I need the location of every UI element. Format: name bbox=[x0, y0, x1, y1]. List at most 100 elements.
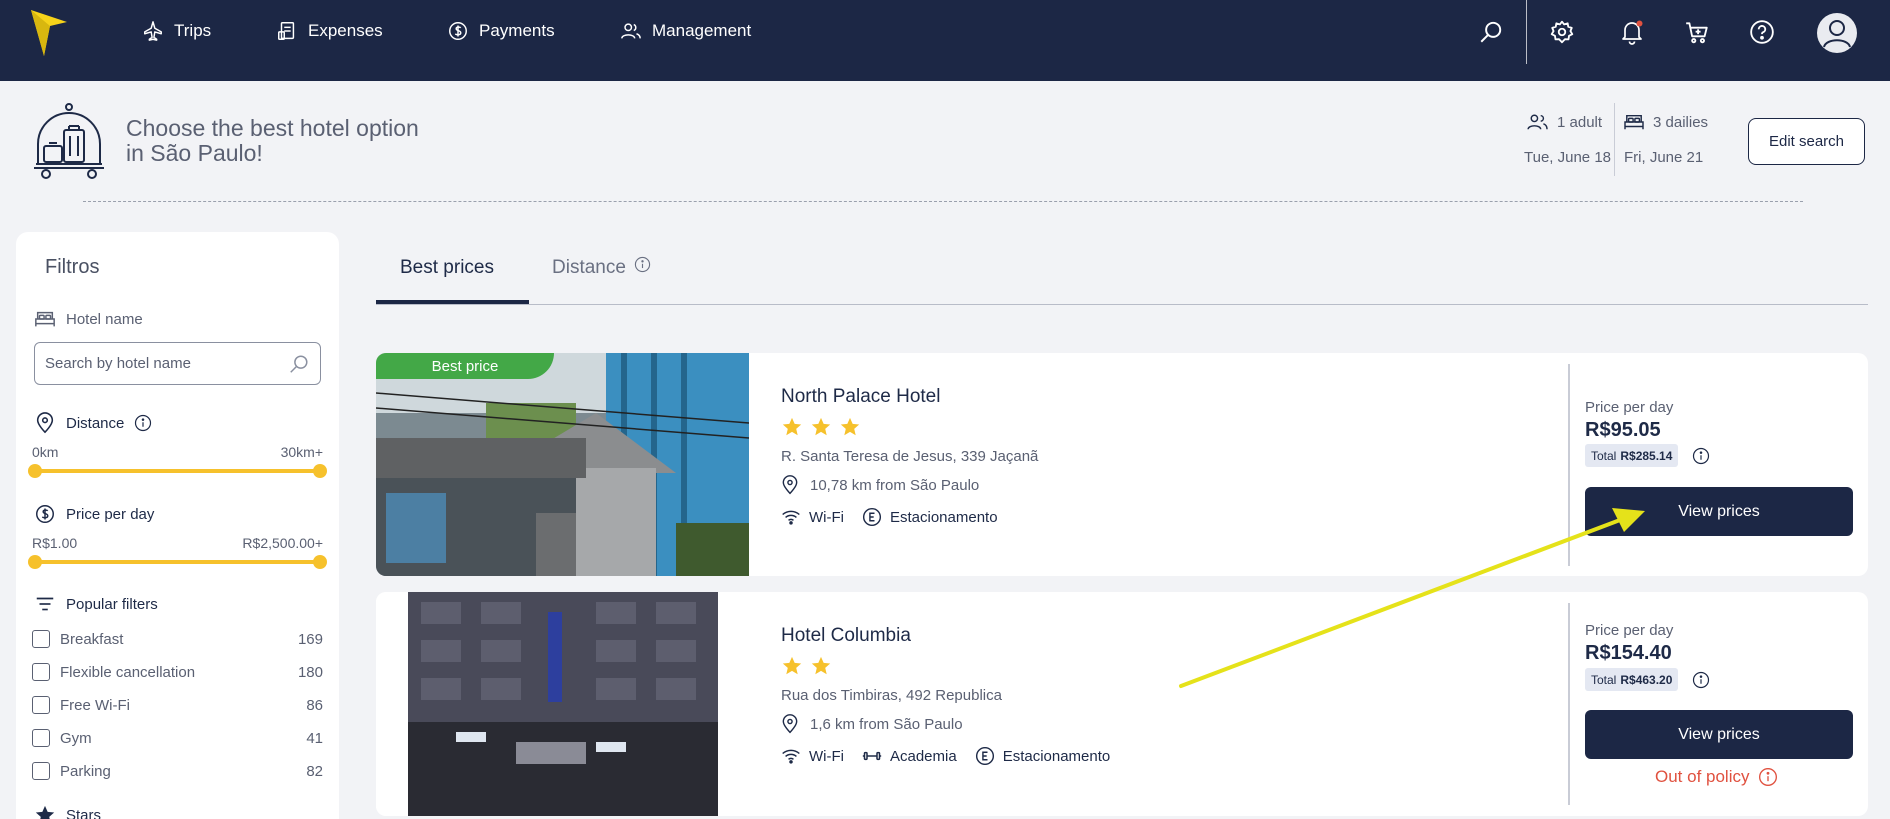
filters-title: Filtros bbox=[45, 256, 100, 278]
filter-breakfast[interactable]: Breakfast 169 bbox=[32, 628, 323, 650]
info-icon[interactable] bbox=[634, 256, 651, 273]
hotel-address: R. Santa Teresa de Jesus, 339 Jaçanã bbox=[781, 448, 1039, 465]
amenities-list: Wi-Fi Estacionamento bbox=[781, 507, 998, 527]
nav-expenses[interactable]: Expenses bbox=[276, 20, 383, 42]
stars-label: Stars bbox=[34, 804, 101, 819]
hotel-photo[interactable] bbox=[376, 592, 718, 816]
distance-range-labels: 0km 30km+ bbox=[32, 444, 323, 460]
price-value: R$95.05 bbox=[1585, 419, 1661, 441]
out-of-policy-notice[interactable]: Out of policy bbox=[1655, 767, 1778, 787]
tab-best-prices[interactable]: Best prices bbox=[400, 257, 494, 279]
gear-icon[interactable] bbox=[1549, 19, 1575, 45]
slider-max-handle[interactable] bbox=[313, 464, 327, 478]
star-rating bbox=[781, 416, 861, 438]
nav-trips[interactable]: Trips bbox=[142, 20, 211, 42]
filter-count: 41 bbox=[306, 729, 323, 747]
bell-icon[interactable] bbox=[1619, 19, 1645, 45]
checkbox[interactable] bbox=[32, 729, 50, 747]
sort-tabs: Best prices Distance bbox=[376, 232, 1868, 305]
total-value: R$285.14 bbox=[1620, 448, 1673, 463]
parking-icon bbox=[862, 507, 882, 527]
amenity-wifi: Wi-Fi bbox=[781, 507, 844, 527]
hotel-photo[interactable] bbox=[376, 353, 749, 576]
slider-min-handle[interactable] bbox=[28, 555, 42, 569]
popular-filters-text: Popular filters bbox=[66, 595, 158, 613]
guests-text: 1 adult bbox=[1557, 113, 1603, 131]
wifi-icon bbox=[782, 749, 800, 764]
hotel-distance: 10,78 km from São Paulo bbox=[780, 475, 979, 495]
map-pin-icon bbox=[782, 714, 798, 734]
hotel-search-field[interactable] bbox=[34, 342, 321, 385]
checkout-date: Fri, June 21 bbox=[1624, 149, 1704, 166]
checkbox[interactable] bbox=[32, 762, 50, 780]
cart-icon[interactable] bbox=[1684, 19, 1710, 45]
plane-icon bbox=[144, 21, 162, 41]
checkbox[interactable] bbox=[32, 630, 50, 648]
filter-count: 82 bbox=[306, 762, 323, 780]
total-price-pill: Total R$463.20 bbox=[1585, 668, 1679, 691]
filter-count: 180 bbox=[297, 663, 323, 681]
nav-payments-label: Payments bbox=[479, 21, 555, 40]
filter-lines-icon bbox=[36, 597, 54, 611]
view-prices-button[interactable]: View prices bbox=[1585, 487, 1853, 536]
nav-payments[interactable]: Payments bbox=[447, 20, 555, 42]
total-label: Total bbox=[1591, 672, 1617, 687]
total-value: R$463.20 bbox=[1620, 672, 1673, 687]
slider-track bbox=[32, 469, 323, 473]
hotel-name[interactable]: North Palace Hotel bbox=[781, 386, 940, 408]
top-nav: Trips Expenses Payments Management bbox=[0, 0, 1890, 81]
distance-text: 10,78 km from São Paulo bbox=[810, 476, 980, 494]
filter-gym[interactable]: Gym 41 bbox=[32, 727, 323, 749]
receipt-icon bbox=[278, 22, 295, 40]
amenity-label: Wi-Fi bbox=[809, 747, 844, 765]
view-prices-button[interactable]: View prices bbox=[1585, 710, 1853, 759]
page-title: Choose the best hotel option in São Paul… bbox=[126, 115, 419, 166]
price-divider bbox=[1568, 603, 1570, 805]
info-icon[interactable] bbox=[1692, 671, 1710, 689]
filter-parking[interactable]: Parking 82 bbox=[32, 760, 323, 782]
dailies-count: 3 dailies bbox=[1623, 113, 1708, 131]
filter-label: Free Wi-Fi bbox=[60, 696, 130, 714]
distance-slider[interactable] bbox=[28, 463, 327, 479]
best-price-badge: Best price bbox=[376, 353, 554, 379]
price-slider[interactable] bbox=[28, 554, 327, 570]
active-tab-indicator bbox=[376, 300, 529, 304]
filter-label: Breakfast bbox=[60, 630, 124, 648]
edit-search-button[interactable]: Edit search bbox=[1748, 118, 1865, 165]
hotel-name[interactable]: Hotel Columbia bbox=[781, 625, 911, 647]
help-icon[interactable] bbox=[1749, 19, 1775, 45]
nav-divider bbox=[1526, 0, 1527, 64]
filter-free-wifi[interactable]: Free Wi-Fi 86 bbox=[32, 694, 323, 716]
amenity-label: Academia bbox=[889, 747, 957, 765]
info-icon[interactable] bbox=[134, 414, 152, 432]
star-icon bbox=[782, 656, 802, 675]
slider-max-handle[interactable] bbox=[313, 555, 327, 569]
distance-label-text: Distance bbox=[66, 414, 125, 432]
filter-flexible-cancellation[interactable]: Flexible cancellation 180 bbox=[32, 661, 323, 683]
price-range-labels: R$1.00 R$2,500.00+ bbox=[32, 535, 323, 551]
stars-label-text: Stars bbox=[66, 806, 102, 819]
map-pin-icon bbox=[36, 412, 54, 434]
hotel-bell-luggage-icon bbox=[34, 103, 104, 179]
filter-count: 86 bbox=[306, 696, 323, 714]
search-icon[interactable] bbox=[288, 353, 310, 375]
avatar[interactable] bbox=[1817, 13, 1857, 53]
guest-count: 1 adult bbox=[1527, 113, 1602, 131]
info-icon bbox=[1758, 768, 1777, 786]
logo[interactable] bbox=[31, 10, 67, 56]
hotel-search-input[interactable] bbox=[45, 355, 288, 372]
checkbox[interactable] bbox=[32, 663, 50, 681]
parking-icon bbox=[975, 746, 994, 766]
tab-distance[interactable]: Distance bbox=[552, 256, 651, 279]
price-label: Price per day bbox=[34, 503, 154, 525]
hotel-distance: 1,6 km from São Paulo bbox=[780, 714, 963, 734]
amenity-label: Estacionamento bbox=[889, 508, 998, 526]
checkbox[interactable] bbox=[32, 696, 50, 714]
hotel-name-label: Hotel name bbox=[34, 308, 143, 330]
slider-min-handle[interactable] bbox=[28, 464, 42, 478]
price-label: Price per day bbox=[1585, 399, 1674, 416]
search-icon[interactable] bbox=[1478, 19, 1504, 45]
info-icon[interactable] bbox=[1692, 447, 1710, 465]
slider-track bbox=[32, 560, 323, 564]
nav-management[interactable]: Management bbox=[620, 20, 751, 42]
